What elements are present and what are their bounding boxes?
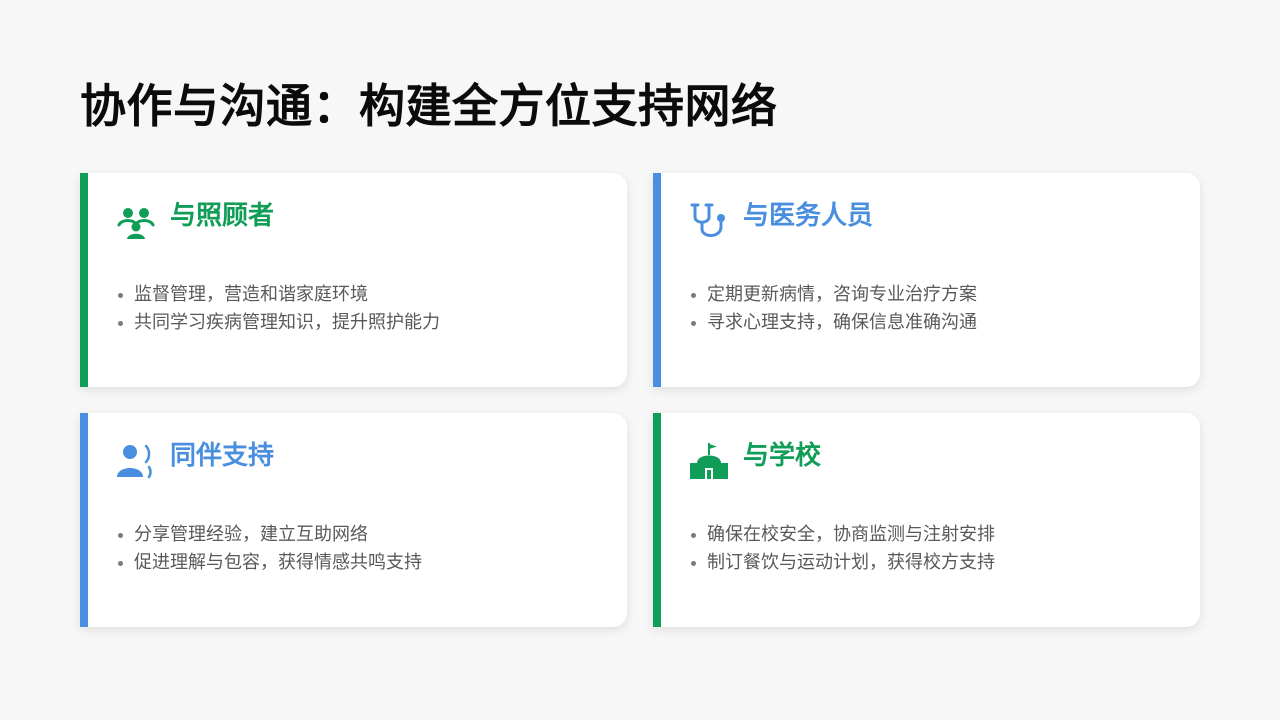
list-item: 促进理解与包容，获得情感共鸣支持 (116, 549, 422, 577)
list-item-text: 监督管理，营造和谐家庭环境 (134, 284, 368, 305)
card-list: 确保在校安全，协商监测与注射安排 制订餐饮与运动计划，获得校方支持 (689, 521, 995, 577)
card-list: 分享管理经验，建立互助网络 促进理解与包容，获得情感共鸣支持 (116, 521, 422, 577)
list-item: 监督管理，营造和谐家庭环境 (116, 281, 440, 309)
bullet-icon (691, 561, 696, 566)
list-item: 确保在校安全，协商监测与注射安排 (689, 521, 995, 549)
bullet-icon (118, 533, 123, 538)
list-item-text: 分享管理经验，建立互助网络 (134, 524, 368, 545)
card-accent-bar (80, 413, 88, 627)
card-medical-staff: 与医务人员 定期更新病情，咨询专业治疗方案 寻求心理支持，确保信息准确沟通 (653, 173, 1200, 387)
user-speaking-icon (116, 441, 156, 481)
page-title: 协作与沟通：构建全方位支持网络 (80, 79, 778, 133)
list-item: 共同学习疾病管理知识，提升照护能力 (116, 309, 440, 337)
card-list: 定期更新病情，咨询专业治疗方案 寻求心理支持，确保信息准确沟通 (689, 281, 977, 337)
list-item: 寻求心理支持，确保信息准确沟通 (689, 309, 977, 337)
list-item: 定期更新病情，咨询专业治疗方案 (689, 281, 977, 309)
bullet-icon (118, 321, 123, 326)
bullet-icon (691, 321, 696, 326)
card-peer-support: 同伴支持 分享管理经验，建立互助网络 促进理解与包容，获得情感共鸣支持 (80, 413, 627, 627)
stethoscope-icon (689, 201, 729, 241)
card-title: 同伴支持 (170, 441, 275, 471)
card-caregivers: 与照顾者 监督管理，营造和谐家庭环境 共同学习疾病管理知识，提升照护能力 (80, 173, 627, 387)
card-title: 与学校 (743, 441, 822, 471)
list-item: 制订餐饮与运动计划，获得校方支持 (689, 549, 995, 577)
card-list: 监督管理，营造和谐家庭环境 共同学习疾病管理知识，提升照护能力 (116, 281, 440, 337)
list-item-text: 制订餐饮与运动计划，获得校方支持 (707, 552, 995, 573)
bullet-icon (118, 561, 123, 566)
school-icon (689, 441, 729, 481)
card-title: 与照顾者 (170, 201, 275, 231)
list-item-text: 共同学习疾病管理知识，提升照护能力 (134, 312, 440, 333)
card-school: 与学校 确保在校安全，协商监测与注射安排 制订餐饮与运动计划，获得校方支持 (653, 413, 1200, 627)
list-item-text: 定期更新病情，咨询专业治疗方案 (707, 284, 977, 305)
bullet-icon (691, 533, 696, 538)
list-item-text: 确保在校安全，协商监测与注射安排 (707, 524, 995, 545)
card-accent-bar (80, 173, 88, 387)
bullet-icon (691, 293, 696, 298)
people-group-icon (116, 201, 156, 241)
card-accent-bar (653, 413, 661, 627)
list-item-text: 促进理解与包容，获得情感共鸣支持 (134, 552, 422, 573)
card-accent-bar (653, 173, 661, 387)
bullet-icon (118, 293, 123, 298)
list-item: 分享管理经验，建立互助网络 (116, 521, 422, 549)
card-title: 与医务人员 (743, 201, 874, 231)
list-item-text: 寻求心理支持，确保信息准确沟通 (707, 312, 977, 333)
